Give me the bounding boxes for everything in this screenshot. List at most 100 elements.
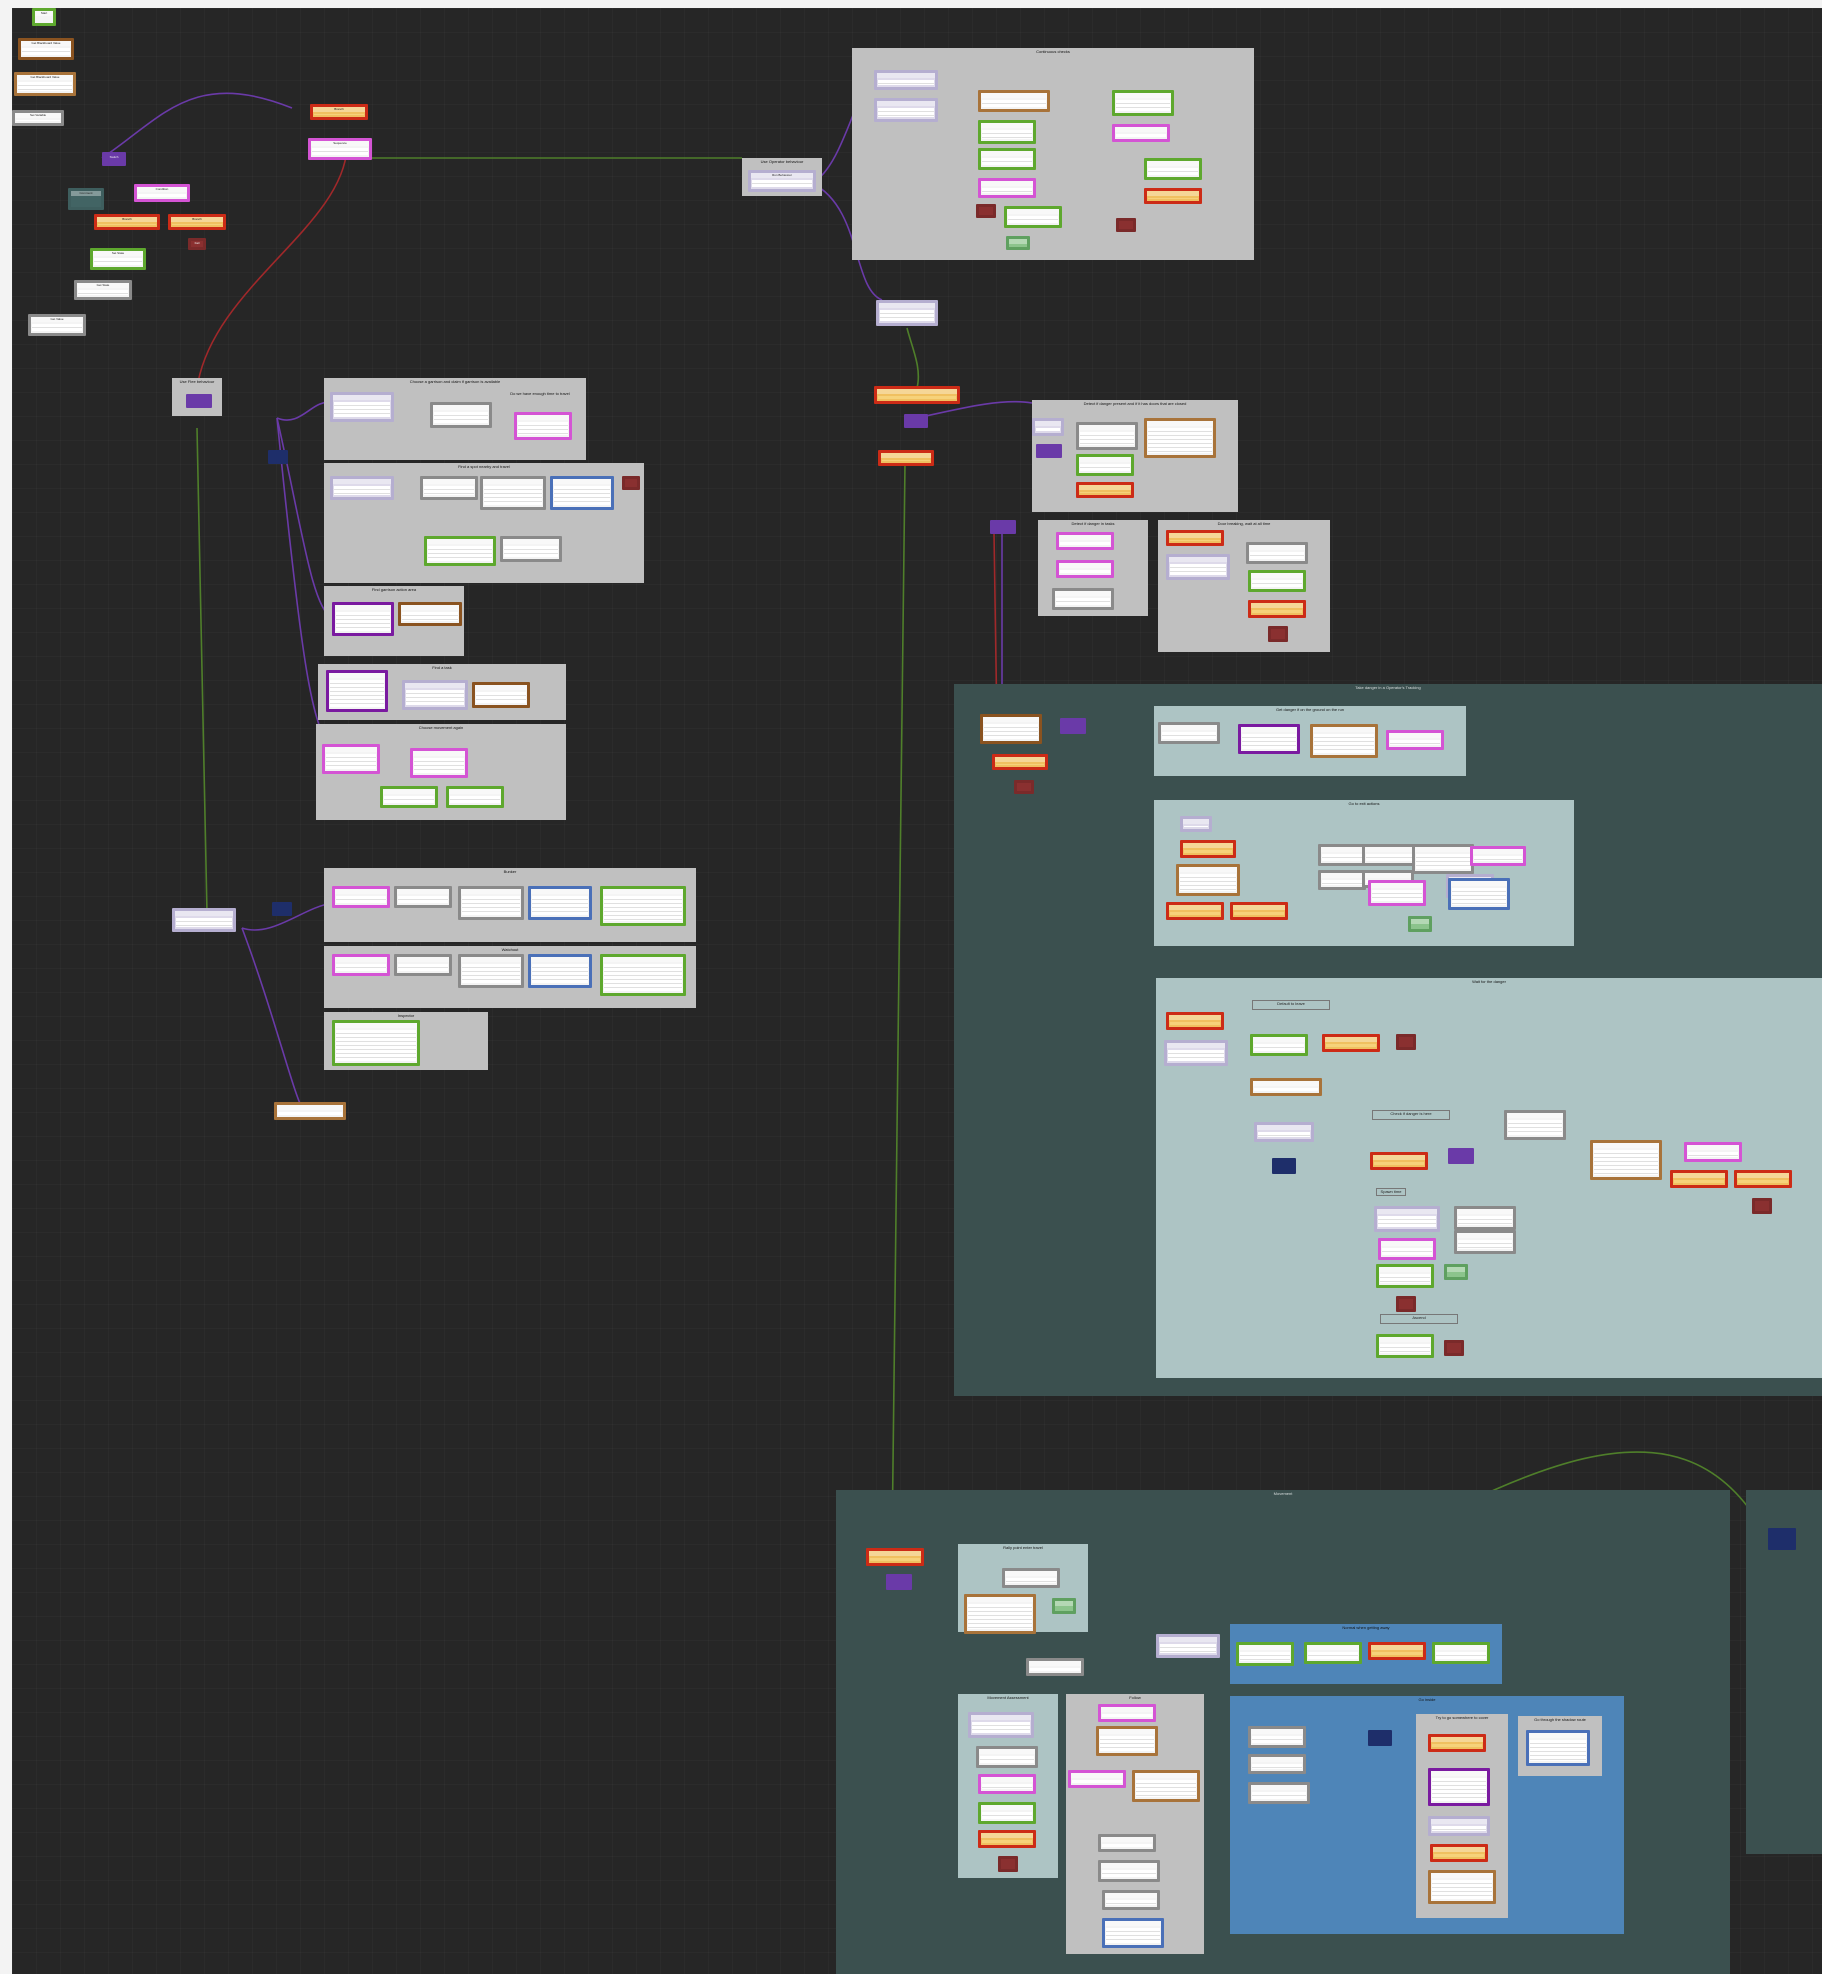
node[interactable] — [978, 90, 1050, 112]
node[interactable] — [420, 476, 478, 500]
node[interactable] — [1246, 542, 1308, 564]
node-run-behaviour[interactable]: Run Behaviour — [748, 170, 816, 192]
node[interactable] — [980, 714, 1042, 744]
node-fail[interactable] — [622, 476, 640, 490]
node[interactable] — [1098, 1834, 1156, 1852]
node[interactable] — [978, 148, 1036, 170]
node-branch[interactable] — [878, 450, 934, 466]
node-fail[interactable] — [998, 1856, 1018, 1872]
node[interactable] — [172, 908, 236, 932]
node-switch[interactable] — [1060, 718, 1086, 734]
node[interactable] — [332, 602, 394, 636]
node[interactable] — [1318, 870, 1366, 890]
node[interactable] — [1238, 724, 1300, 754]
node[interactable] — [1526, 1730, 1590, 1766]
node[interactable] — [1132, 1770, 1200, 1802]
node[interactable] — [1112, 124, 1170, 142]
node[interactable] — [1068, 1770, 1126, 1788]
node[interactable] — [1432, 1642, 1490, 1664]
node[interactable] — [1376, 1264, 1434, 1288]
comment-note[interactable]: Default to leave — [1252, 1000, 1330, 1010]
node[interactable] — [402, 680, 468, 710]
node-branch[interactable] — [1166, 530, 1224, 546]
node-condition[interactable]: Condition — [134, 184, 190, 202]
node-branch[interactable] — [1166, 1012, 1224, 1030]
node[interactable] — [1376, 1334, 1434, 1358]
comment-note[interactable]: Ascend — [1380, 1314, 1458, 1324]
node[interactable] — [1448, 878, 1510, 910]
node-fail[interactable] — [1396, 1296, 1416, 1312]
node-switch[interactable] — [990, 520, 1016, 534]
node-set-state[interactable]: Set State — [90, 248, 146, 270]
node[interactable] — [1056, 532, 1114, 550]
node[interactable]: Get Blackboard Value — [14, 72, 76, 96]
node[interactable] — [398, 602, 462, 626]
node-fail[interactable] — [1116, 218, 1136, 232]
node[interactable] — [1454, 1230, 1516, 1254]
node[interactable] — [326, 670, 388, 712]
node[interactable] — [1408, 916, 1432, 932]
node[interactable] — [1004, 206, 1062, 228]
node-branch[interactable] — [1166, 902, 1224, 920]
node[interactable] — [978, 1774, 1036, 1794]
node[interactable] — [528, 954, 592, 988]
node-branch[interactable] — [992, 754, 1048, 770]
node[interactable] — [1102, 1918, 1164, 1948]
node[interactable] — [472, 682, 530, 708]
node[interactable] — [1052, 588, 1114, 610]
node[interactable] — [514, 412, 572, 440]
node-branch[interactable] — [1368, 1642, 1426, 1660]
node[interactable] — [876, 300, 938, 326]
node-fail[interactable] — [1014, 780, 1034, 794]
node[interactable]: Set Variable — [12, 110, 64, 126]
comment-note[interactable]: Spawn time — [1376, 1188, 1406, 1196]
node[interactable] — [322, 744, 380, 774]
node[interactable] — [964, 1594, 1036, 1634]
node[interactable] — [1428, 1870, 1496, 1904]
node-switch[interactable] — [904, 414, 928, 428]
node[interactable] — [1156, 1634, 1220, 1658]
node-branch[interactable] — [1230, 902, 1288, 920]
node[interactable] — [1374, 1206, 1440, 1232]
node-branch[interactable] — [1670, 1170, 1728, 1188]
node[interactable] — [978, 120, 1036, 144]
node[interactable] — [1164, 1040, 1228, 1066]
node[interactable] — [394, 954, 452, 976]
node[interactable] — [500, 536, 562, 562]
node[interactable] — [394, 886, 452, 908]
node-fail[interactable]: Fail — [188, 238, 206, 250]
node[interactable] — [874, 70, 938, 90]
node-switch[interactable] — [1448, 1148, 1474, 1164]
node[interactable] — [430, 402, 492, 428]
node[interactable] — [1444, 1264, 1468, 1280]
node[interactable] — [332, 886, 390, 908]
node[interactable] — [1076, 454, 1134, 476]
node[interactable] — [1006, 236, 1030, 250]
node-branch[interactable] — [1370, 1152, 1428, 1170]
node[interactable] — [1096, 1726, 1158, 1756]
node[interactable] — [600, 954, 686, 996]
node-get-value[interactable]: Get Value — [28, 314, 86, 336]
node-branch[interactable]: Branch — [168, 214, 226, 230]
node[interactable] — [600, 886, 686, 926]
node[interactable] — [1098, 1860, 1160, 1882]
node[interactable] — [1176, 864, 1240, 896]
node-sequence[interactable]: Sequence — [308, 138, 372, 160]
node[interactable] — [550, 476, 614, 510]
node[interactable] — [1362, 844, 1418, 866]
node-branch[interactable] — [1144, 188, 1202, 204]
node[interactable] — [458, 886, 524, 920]
node[interactable] — [1180, 816, 1212, 832]
node-comment[interactable]: Comment — [68, 188, 104, 210]
node[interactable] — [380, 786, 438, 808]
node[interactable] — [1428, 1768, 1490, 1806]
node[interactable] — [1102, 1890, 1160, 1910]
node[interactable] — [330, 476, 394, 500]
node[interactable] — [1032, 418, 1064, 436]
node[interactable] — [1144, 158, 1202, 180]
node[interactable] — [1428, 1816, 1490, 1836]
node-get-state[interactable]: Get State — [74, 280, 132, 300]
node[interactable] — [1144, 418, 1216, 458]
node[interactable] — [1378, 1238, 1436, 1260]
node[interactable] — [1454, 1206, 1516, 1230]
